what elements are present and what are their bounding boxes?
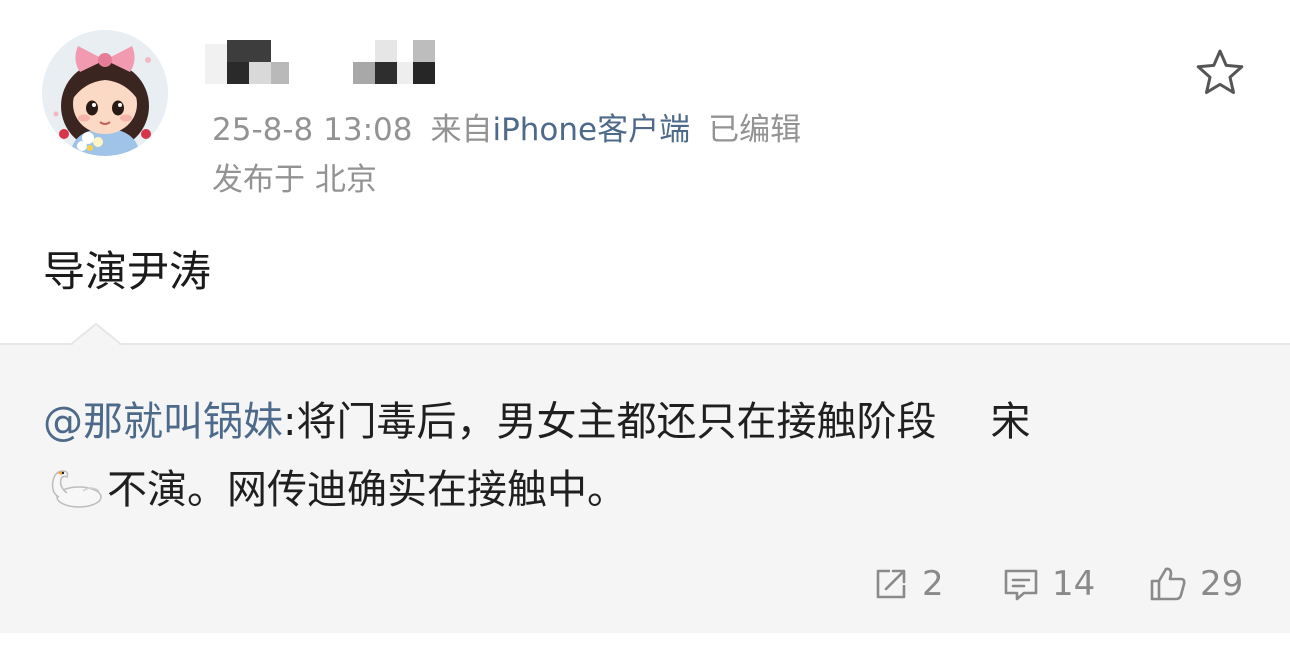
weibo-post: 25-8-8 13:08 来自iPhone客户端 已编辑 发布于 北京 导演尹涛 @… [0, 0, 1290, 655]
client-link[interactable]: iPhone客户端 [492, 112, 690, 148]
post-time: 25-8-8 13:08 [212, 112, 413, 148]
repost-text-part3: 不演。网传迪确实在接触中。 [107, 467, 627, 513]
source-prefix: 来自 [430, 112, 493, 148]
comment-count: 14 [1052, 564, 1096, 604]
action-bar: 2 14 29 [0, 562, 1290, 606]
repost-pointer [70, 323, 122, 347]
share-count: 2 [922, 564, 944, 604]
repost-text: @那就叫锅妹:将门毒后，男女主都还只在接触阶段 宋 不演。网传迪确实在接触中。 [43, 388, 1243, 524]
comment-button[interactable]: 14 [1002, 562, 1095, 606]
like-button[interactable]: 29 [1148, 562, 1243, 606]
repost-text-part1: :将门毒后，男女主都还只在接触阶段 [283, 399, 937, 445]
avatar[interactable] [42, 30, 168, 156]
post-text: 导演尹涛 [43, 247, 212, 296]
mention-link[interactable]: @那就叫锅妹 [43, 399, 283, 445]
star-outline-icon[interactable] [1193, 46, 1247, 100]
swan-emoji [43, 462, 105, 508]
share-button[interactable]: 2 [872, 562, 944, 606]
comment-icon [1004, 569, 1038, 601]
post-meta: 25-8-8 13:08 来自iPhone客户端 已编辑 [212, 108, 801, 152]
share-icon [876, 569, 906, 599]
post-location: 发布于 北京 [212, 162, 377, 198]
thumbs-up-icon [1150, 567, 1186, 601]
edited-label[interactable]: 已编辑 [708, 112, 801, 148]
like-count: 29 [1200, 564, 1244, 604]
avatar-cartoon-girl-icon [42, 30, 168, 156]
repost-text-part2: 宋 [990, 399, 1031, 445]
username-obscured[interactable] [205, 40, 445, 84]
